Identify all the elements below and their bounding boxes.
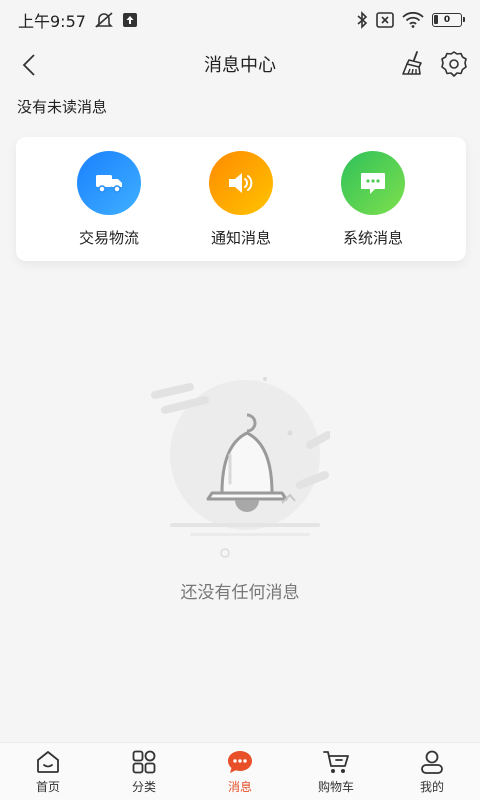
tab-cart[interactable]: 购物车 bbox=[288, 743, 384, 800]
status-right: 0 bbox=[356, 11, 465, 29]
category-label: 系统消息 bbox=[342, 229, 403, 247]
category-system-messages[interactable]: 系统消息 bbox=[308, 151, 438, 261]
category-label: 通知消息 bbox=[210, 229, 271, 247]
clear-messages-button[interactable] bbox=[400, 50, 428, 78]
message-icon bbox=[228, 750, 252, 773]
bluetooth-icon bbox=[356, 11, 368, 29]
tab-home[interactable]: 首页 bbox=[0, 743, 96, 800]
no-sim-icon bbox=[376, 12, 394, 28]
chat-bubble-icon bbox=[341, 151, 405, 215]
tab-label: 购物车 bbox=[317, 779, 354, 794]
broom-icon bbox=[402, 51, 422, 75]
gear-icon bbox=[441, 51, 467, 77]
tab-label: 首页 bbox=[35, 779, 60, 794]
battery-level: 0 bbox=[443, 15, 451, 25]
tab-label: 分类 bbox=[131, 779, 156, 794]
tab-profile[interactable]: 我的 bbox=[384, 743, 480, 800]
upload-icon bbox=[122, 12, 138, 28]
mute-icon bbox=[94, 11, 114, 29]
message-category-card: 交易物流 通知消息 系统消息 bbox=[16, 137, 466, 261]
nav-bar: 消息中心 bbox=[0, 40, 480, 88]
empty-state-text: 还没有任何消息 bbox=[180, 583, 300, 603]
category-label: 交易物流 bbox=[78, 229, 139, 247]
wifi-icon bbox=[402, 12, 424, 28]
back-button[interactable] bbox=[14, 50, 44, 80]
status-bar: 上午9:57 0 bbox=[0, 0, 480, 40]
home-icon bbox=[37, 750, 59, 773]
user-icon bbox=[421, 750, 443, 774]
status-left: 上午9:57 bbox=[18, 8, 138, 32]
unread-status-text: 没有未读消息 bbox=[17, 98, 108, 116]
tab-label: 我的 bbox=[419, 779, 444, 794]
tab-category[interactable]: 分类 bbox=[96, 743, 192, 800]
cart-icon bbox=[323, 750, 349, 773]
grid-icon bbox=[132, 750, 156, 773]
category-notifications[interactable]: 通知消息 bbox=[176, 151, 306, 261]
category-trade-logistics[interactable]: 交易物流 bbox=[44, 151, 174, 261]
battery-icon: 0 bbox=[432, 13, 465, 27]
chevron-left-icon bbox=[22, 54, 35, 76]
truck-icon bbox=[77, 151, 141, 215]
status-time: 上午9:57 bbox=[18, 12, 86, 31]
tab-label: 消息 bbox=[227, 779, 252, 794]
page-title: 消息中心 bbox=[204, 55, 276, 76]
speaker-icon bbox=[209, 151, 273, 215]
settings-button[interactable] bbox=[440, 50, 468, 78]
tab-messages[interactable]: 消息 bbox=[192, 743, 288, 800]
bottom-tab-bar: 首页 分类 消息 购物车 我的 bbox=[0, 742, 480, 800]
bell-icon bbox=[151, 377, 330, 558]
